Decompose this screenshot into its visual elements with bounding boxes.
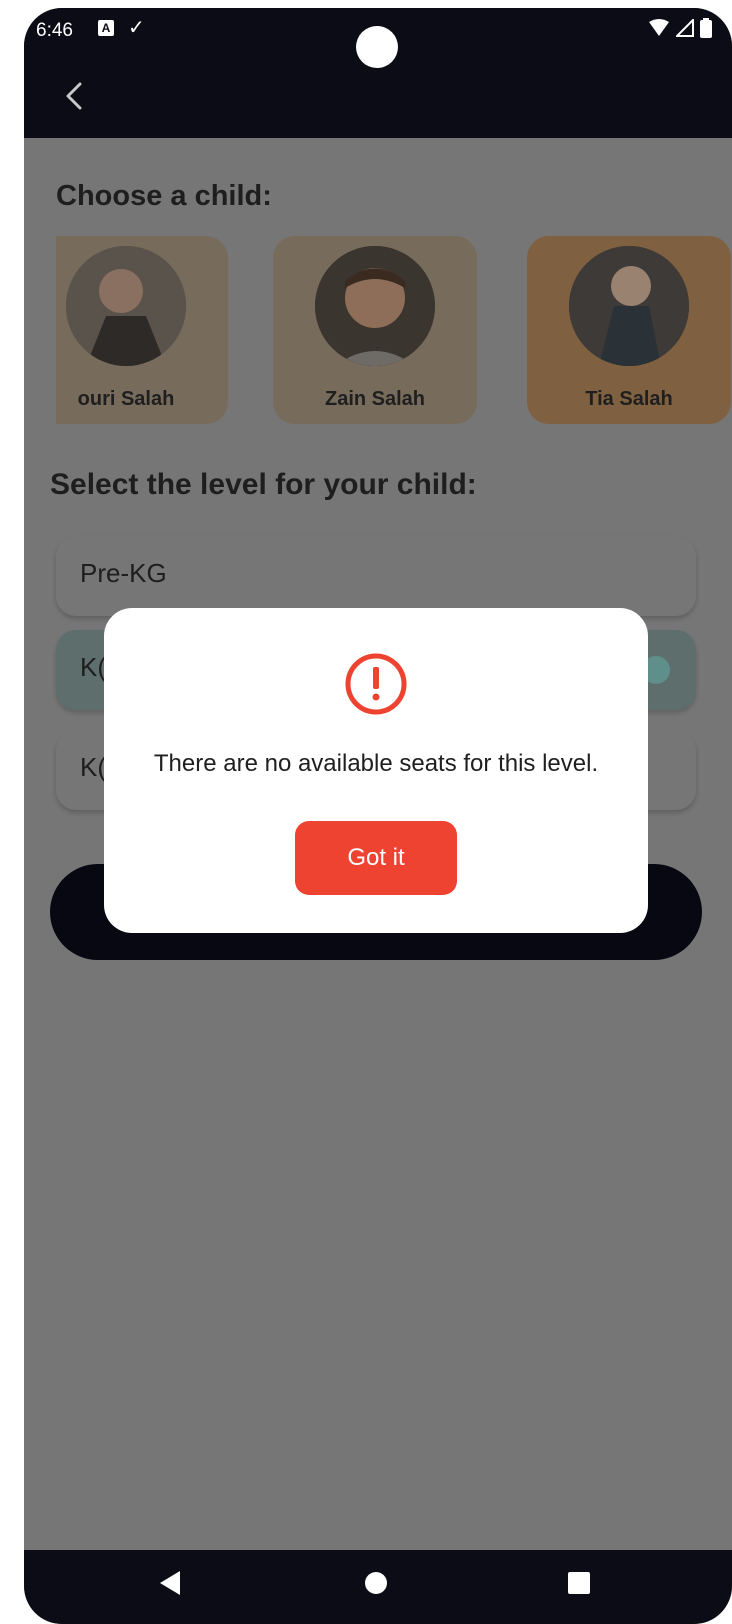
- signal-icon: [676, 19, 694, 37]
- level-label: K(: [80, 652, 106, 682]
- alert-circle-icon: [345, 653, 407, 715]
- phone-screen: 6:46 A ✓ Choose a child: ouri Salah Zain…: [24, 8, 732, 1624]
- battery-icon: [700, 18, 712, 38]
- nav-recents-icon[interactable]: [567, 1570, 591, 1596]
- status-system-icons: [648, 18, 712, 38]
- notification-a-icon: A: [98, 20, 114, 36]
- select-level-heading: Select the level for your child:: [50, 468, 477, 501]
- child-card-nouri[interactable]: ouri Salah: [56, 236, 228, 424]
- child-name: Zain Salah: [324, 388, 426, 410]
- app-header: 6:46 A ✓: [24, 8, 732, 138]
- child-name: Tia Salah: [585, 388, 673, 410]
- camera-cutout: [356, 26, 398, 68]
- download-done-icon: ✓: [128, 17, 145, 39]
- system-nav-bar: [24, 1550, 732, 1624]
- avatar: [569, 246, 689, 366]
- status-notification-icons: A ✓: [98, 17, 145, 39]
- child-carousel[interactable]: ouri Salah Zain Salah Tia Salah: [56, 236, 732, 426]
- avatar: [315, 246, 435, 366]
- wifi-icon: [649, 19, 669, 36]
- nav-back-icon[interactable]: [158, 1570, 182, 1596]
- level-label: K(: [80, 752, 106, 782]
- avatar: [66, 246, 186, 366]
- no-seats-dialog: There are no available seats for this le…: [104, 608, 648, 933]
- back-arrow-icon[interactable]: [58, 78, 94, 114]
- status-time: 6:46: [36, 20, 73, 41]
- nav-home-icon[interactable]: [364, 1570, 388, 1596]
- choose-child-heading: Choose a child:: [56, 180, 272, 212]
- level-option-pre-kg[interactable]: Pre-KG: [56, 536, 696, 616]
- child-card-tia[interactable]: Tia Salah: [527, 236, 731, 424]
- dialog-message: There are no available seats for this le…: [153, 750, 599, 777]
- child-name: ouri Salah: [77, 388, 175, 410]
- level-label: Pre-KG: [80, 558, 167, 588]
- child-card-zain[interactable]: Zain Salah: [273, 236, 477, 424]
- got-it-button[interactable]: Got it: [295, 821, 457, 895]
